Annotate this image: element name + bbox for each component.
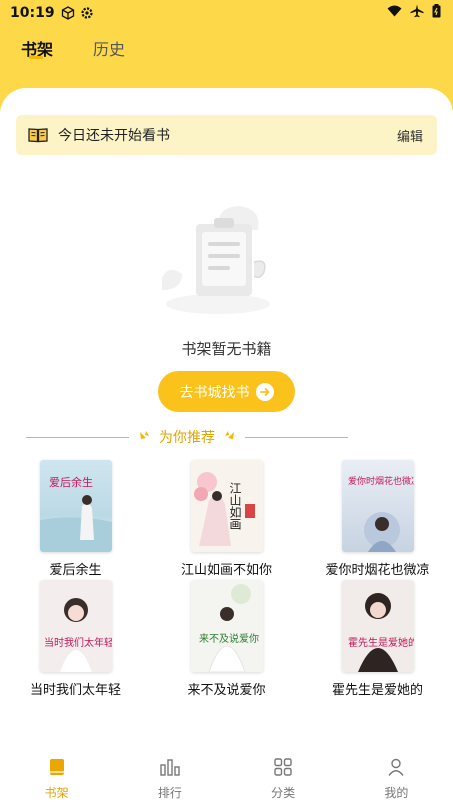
book-title: 爱你时烟花也微凉	[325, 563, 430, 578]
book-title: 霍先生是爱她的	[331, 683, 423, 698]
book-cover: 霍先生是爱她的	[341, 580, 414, 672]
open-book-icon	[28, 127, 48, 143]
tab-indicator	[29, 56, 43, 59]
cover-title-text: 来不及说爱你	[199, 632, 259, 645]
cover-title-text: 爱后余生	[49, 475, 93, 489]
cover-title-text: 霍先生是爱她的	[348, 636, 414, 649]
book-cover: 爱后余生	[39, 460, 112, 552]
sparkle-right-icon	[223, 430, 237, 444]
go-to-store-button[interactable]: 去书城找书	[158, 371, 295, 412]
profile-icon	[386, 757, 406, 781]
book-title: 爱后余生	[49, 563, 102, 578]
book-cover: 江山如画	[190, 460, 263, 552]
nav-label: 排行	[157, 786, 182, 800]
nav-label: 我的	[384, 786, 409, 800]
divider-line	[26, 436, 129, 438]
nav-item-profile[interactable]: 我的	[340, 749, 453, 805]
bottom-navigation: 书架 排行 分类 我的	[0, 749, 453, 805]
book-card[interactable]: 霍先生是爱她的 霍先生是爱她的	[302, 580, 453, 698]
battery-icon	[432, 4, 441, 22]
empty-bookshelf-illustration	[158, 198, 280, 320]
notice-text: 今日还未开始看书	[58, 128, 170, 144]
book-cover: 爱你时烟花也微凉	[341, 460, 414, 552]
empty-message: 书架暂无书籍	[181, 340, 272, 358]
airplane-icon	[410, 4, 424, 22]
bookshelf-icon	[47, 757, 67, 781]
status-time: 10:19	[10, 5, 55, 21]
nav-label: 书架	[44, 786, 69, 800]
category-icon	[273, 757, 293, 781]
nav-item-ranking[interactable]: 排行	[113, 749, 226, 805]
book-card[interactable]: 爱后余生 爱后余生	[0, 460, 151, 578]
book-title: 来不及说爱你	[187, 683, 266, 698]
book-card[interactable]: 当时我们太年轻 当时我们太年轻	[0, 580, 151, 698]
settings-icon	[80, 6, 94, 20]
cover-title-text: 江山如画	[228, 482, 242, 530]
ranking-icon	[159, 757, 181, 781]
top-tabs: 书架 历史	[0, 32, 453, 72]
nav-item-category[interactable]: 分类	[227, 749, 340, 805]
sparkle-left-icon	[137, 430, 151, 444]
book-card[interactable]: 江山如画 江山如画不如你	[151, 460, 302, 578]
arrow-right-icon	[255, 382, 274, 401]
book-card[interactable]: 来不及说爱你 来不及说爱你	[151, 580, 302, 698]
book-title: 当时我们太年轻	[29, 683, 121, 698]
edit-button[interactable]: 编辑	[397, 126, 423, 145]
main-content: 今日还未开始看书 编辑 书架暂无书籍 去书城找书 为你推荐 爱后余生 爱后余生 …	[0, 88, 453, 805]
book-cover: 当时我们太年轻	[39, 580, 112, 672]
book-title: 江山如画不如你	[180, 563, 272, 578]
reading-notice-bar: 今日还未开始看书 编辑	[16, 115, 437, 155]
status-bar: 10:19	[0, 0, 453, 26]
box-icon	[61, 6, 75, 20]
go-to-store-label: 去书城找书	[179, 384, 250, 401]
cover-title-text: 当时我们太年轻	[44, 636, 112, 649]
cover-title-text: 爱你时烟花也微凉	[348, 475, 414, 486]
divider-line	[245, 436, 348, 438]
nav-label: 分类	[271, 786, 296, 800]
recommend-header: 为你推荐	[26, 426, 348, 448]
tab-history[interactable]: 历史	[93, 36, 125, 60]
book-cover: 来不及说爱你	[190, 580, 263, 672]
recommend-title: 为你推荐	[159, 430, 215, 446]
wifi-icon	[387, 5, 402, 21]
book-card[interactable]: 爱你时烟花也微凉 爱你时烟花也微凉	[302, 460, 453, 578]
nav-item-bookshelf[interactable]: 书架	[0, 749, 113, 805]
